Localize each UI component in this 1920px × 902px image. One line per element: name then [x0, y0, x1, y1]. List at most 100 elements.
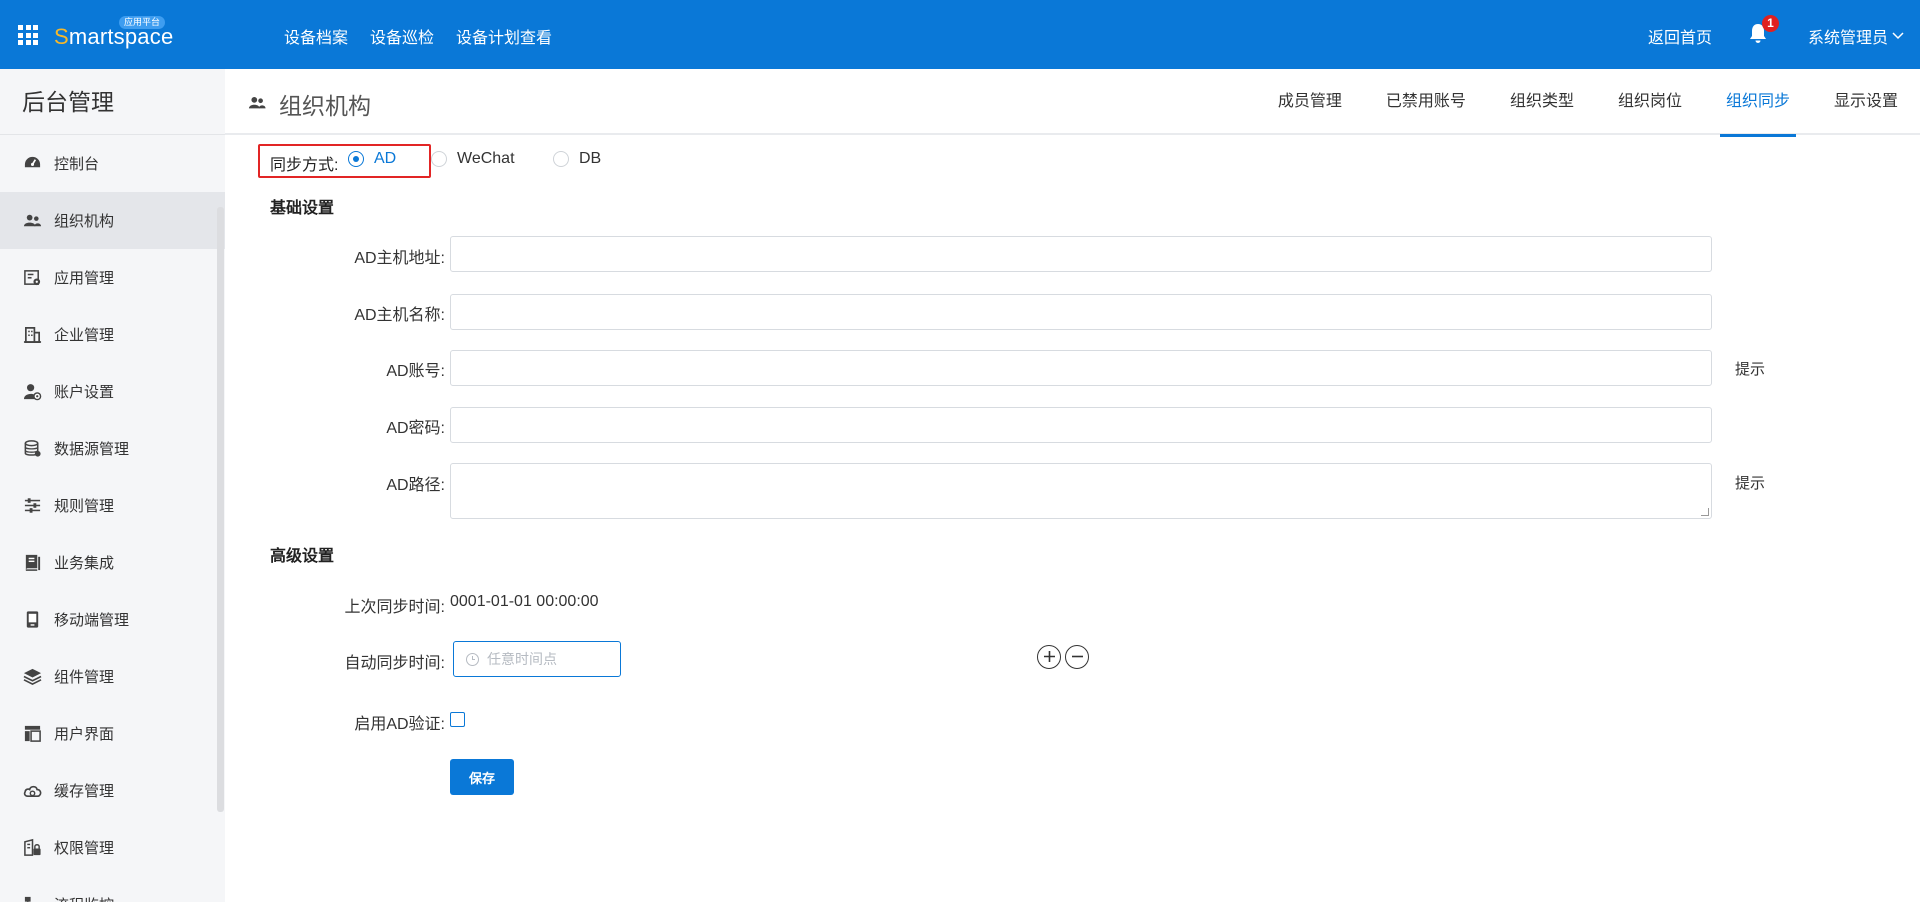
tab-org-positions[interactable]: 组织岗位 [1618, 69, 1682, 135]
sidebar-item-label: 数据源管理 [54, 441, 130, 458]
last-sync-label: 上次同步时间: [344, 599, 445, 616]
tab-org-sync[interactable]: 组织同步 [1719, 69, 1797, 137]
sidebar-item-label: 缓存管理 [54, 783, 115, 800]
user-menu[interactable]: 系统管理员 [1808, 24, 1905, 48]
sidebar-item-label: 账户设置 [54, 384, 115, 401]
sync-mode-label: 同步方式: [270, 157, 339, 174]
sidebar-item-label: 企业管理 [54, 327, 115, 344]
ad-hostname-label: AD主机名称: [354, 307, 445, 324]
sync-radio-wechat[interactable]: WeChat [431, 150, 515, 168]
tab-display-settings[interactable]: 显示设置 [1834, 69, 1898, 135]
radio-label: WeChat [457, 150, 515, 167]
building-icon [22, 325, 42, 345]
ad-account-hint[interactable]: 提示 [1735, 358, 1765, 379]
resize-grip-icon[interactable] [1701, 508, 1709, 516]
ad-path-label: AD路径: [386, 477, 445, 494]
sidebar-item-datasource[interactable]: 数据源管理 [0, 420, 225, 477]
sidebar-scrollbar[interactable] [217, 207, 224, 812]
remove-time-button[interactable] [1065, 645, 1089, 669]
radio-label: AD [374, 150, 397, 167]
top-nav-device-inspection[interactable]: 设备巡检 [370, 24, 434, 48]
sidebar-item-process-monitor[interactable]: 流程监控 [0, 876, 225, 902]
notification-badge: 1 [1762, 15, 1779, 32]
advanced-settings-title: 高级设置 [270, 548, 335, 565]
sidebar-item-label: 用户界面 [54, 726, 115, 743]
sidebar-item-permissions[interactable]: 权限管理 [0, 819, 225, 876]
lock-building-icon [22, 838, 42, 858]
sidebar-item-components[interactable]: 组件管理 [0, 648, 225, 705]
home-link[interactable]: 返回首页 [1648, 24, 1712, 48]
tab-member-management[interactable]: 成员管理 [1278, 69, 1342, 135]
sidebar-title: 后台管理 [0, 69, 225, 135]
sidebar-item-organization[interactable]: 组织机构 [0, 192, 225, 249]
sidebar-item-dashboard[interactable]: 控制台 [0, 135, 225, 192]
sidebar-item-app-management[interactable]: 应用管理 [0, 249, 225, 306]
mobile-icon [22, 610, 42, 630]
enable-ad-checkbox[interactable] [450, 712, 465, 727]
top-nav-device-records[interactable]: 设备档案 [284, 24, 348, 48]
tab-bar: 成员管理 已禁用账号 组织类型 组织岗位 组织同步 显示设置 [1256, 69, 1920, 137]
clock-icon [466, 652, 479, 666]
page-title: 组织机构 [279, 93, 371, 119]
logo-badge: 应用平台 [119, 16, 166, 29]
book-icon [22, 553, 42, 573]
radio-dot [553, 151, 569, 167]
sidebar-item-label: 组件管理 [54, 669, 115, 686]
sidebar-item-label: 流程监控 [54, 894, 114, 902]
cloud-icon [22, 781, 42, 801]
sidebar-item-label: 应用管理 [54, 270, 115, 287]
save-button[interactable]: 保存 [450, 759, 514, 795]
chevron-down-icon [1892, 32, 1904, 40]
layers-icon [22, 667, 42, 687]
top-bar: Smartspace 应用平台 设备档案 设备巡检 设备计划查看 返回首页 1 … [0, 0, 1920, 69]
apps-grid-icon[interactable] [18, 25, 38, 45]
enable-ad-label: 启用AD验证: [354, 716, 445, 733]
sidebar-item-rules[interactable]: 规则管理 [0, 477, 225, 534]
flow-icon [22, 895, 42, 902]
ad-password-label: AD密码: [386, 420, 445, 437]
sidebar-item-cache[interactable]: 缓存管理 [0, 762, 225, 819]
sidebar-item-user-interface[interactable]: 用户界面 [0, 705, 225, 762]
auto-sync-label: 自动同步时间: [344, 655, 445, 672]
add-time-button[interactable] [1037, 645, 1061, 669]
radio-label: DB [579, 150, 602, 167]
ad-path-textarea[interactable] [450, 463, 1712, 519]
sidebar-item-label: 规则管理 [54, 498, 115, 515]
sidebar-item-enterprise[interactable]: 企业管理 [0, 306, 225, 363]
radio-dot [348, 151, 364, 167]
sidebar: 后台管理 控制台 组织机构 应用管理 企业管理 账户设置 数据源管理 规则管理 [0, 69, 225, 902]
sidebar-list: 控制台 组织机构 应用管理 企业管理 账户设置 数据源管理 规则管理 业务集成 [0, 135, 225, 902]
auto-sync-time-input[interactable]: 任意时间点 [453, 641, 621, 677]
radio-dot [431, 151, 447, 167]
ad-hostname-input[interactable] [450, 294, 1712, 330]
plus-icon [1043, 651, 1055, 662]
top-nav-device-plan[interactable]: 设备计划查看 [456, 24, 552, 48]
sidebar-item-label: 控制台 [54, 156, 100, 173]
ad-path-hint[interactable]: 提示 [1735, 472, 1765, 493]
basic-settings-title: 基础设置 [270, 200, 335, 217]
user-name: 系统管理员 [1808, 30, 1889, 47]
people-icon [22, 211, 42, 231]
sidebar-item-account-settings[interactable]: 账户设置 [0, 363, 225, 420]
sync-radio-ad[interactable]: AD [348, 150, 396, 168]
ad-host-label: AD主机地址: [354, 250, 445, 267]
user-settings-icon [22, 382, 42, 402]
sync-radio-db[interactable]: DB [553, 150, 601, 168]
ad-account-input[interactable] [450, 350, 1712, 386]
sidebar-item-mobile[interactable]: 移动端管理 [0, 591, 225, 648]
layout-icon [22, 724, 42, 744]
sync-settings-form: 同步方式: AD WeChat DB 基础设置 AD主机地址: AD主机名称: … [225, 135, 1920, 902]
sliders-icon [22, 496, 42, 516]
dashboard-icon [22, 154, 42, 174]
sidebar-item-business-integration[interactable]: 业务集成 [0, 534, 225, 591]
last-sync-value: 0001-01-01 00:00:00 [450, 593, 599, 610]
database-icon [22, 439, 42, 459]
ad-host-input[interactable] [450, 236, 1712, 272]
sidebar-item-label: 业务集成 [54, 555, 115, 572]
top-nav: 设备档案 设备巡检 设备计划查看 [284, 24, 552, 48]
ad-password-input[interactable] [450, 407, 1712, 443]
tab-org-types[interactable]: 组织类型 [1510, 69, 1574, 135]
tab-disabled-accounts[interactable]: 已禁用账号 [1386, 69, 1466, 135]
sidebar-item-label: 组织机构 [54, 213, 115, 230]
time-placeholder: 任意时间点 [487, 651, 557, 667]
